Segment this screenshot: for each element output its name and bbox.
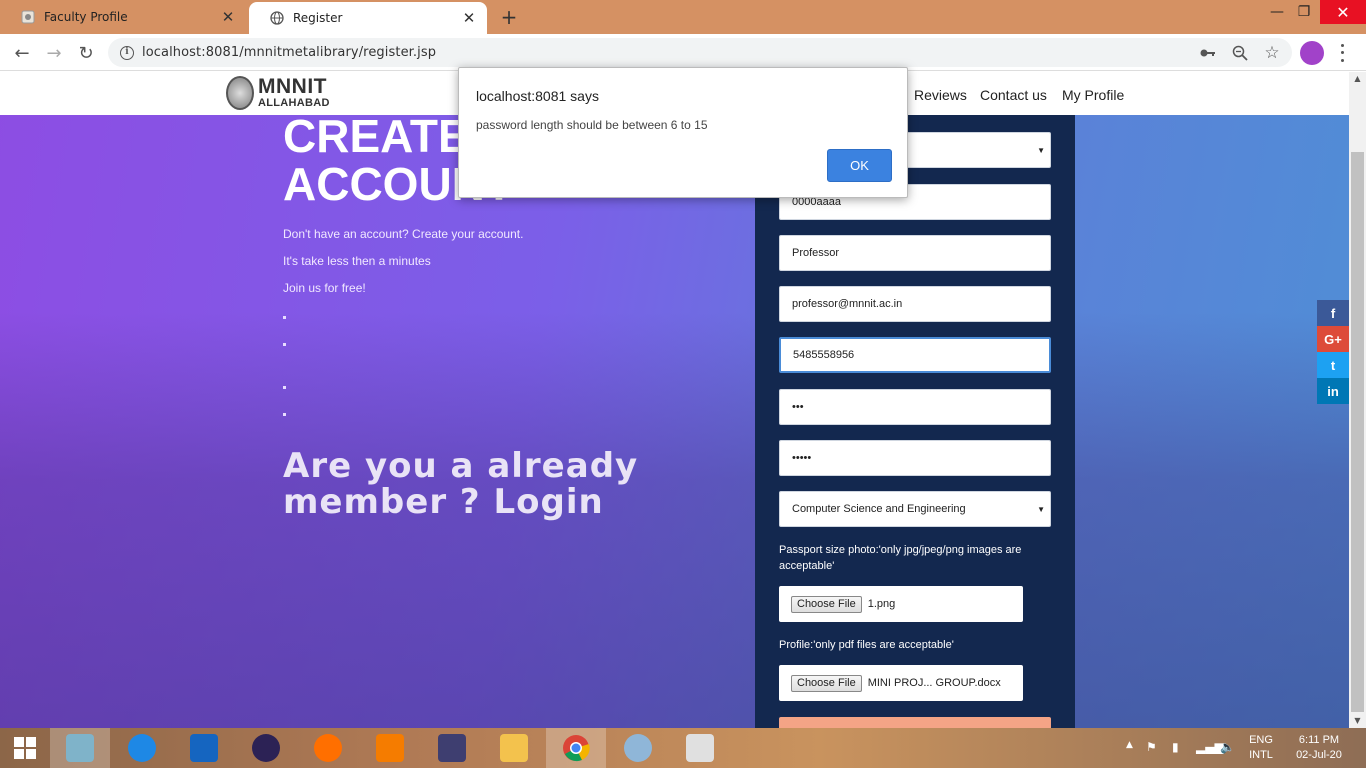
decor-dot: [283, 316, 286, 319]
profile-avatar[interactable]: [1300, 41, 1324, 65]
hero-text-1: Don't have an account? Create your accou…: [283, 227, 524, 241]
tray-volume-icon[interactable]: 🔈: [1220, 740, 1235, 754]
nav-reviews[interactable]: Reviews: [914, 87, 967, 103]
chevron-down-icon: ▼: [1037, 504, 1045, 514]
site-info-icon[interactable]: i: [120, 45, 134, 60]
decor-dot: [283, 413, 286, 416]
zoom-out-icon[interactable]: [1230, 43, 1250, 63]
taskbar-notepad-icon[interactable]: [50, 728, 110, 768]
profile-hint: Profile:'only pdf files are acceptable': [779, 639, 954, 651]
photo-file-name: 1.png: [867, 598, 896, 610]
tray-chevron-up-icon[interactable]: ▲: [1126, 740, 1133, 750]
tab-faculty-profile[interactable]: Faculty Profile ✕: [0, 0, 246, 34]
scrollbar-thumb[interactable]: [1351, 152, 1364, 712]
forward-arrow-icon[interactable]: →: [42, 41, 66, 65]
address-bar[interactable]: i localhost:8081/mnnitmetalibrary/regist…: [108, 38, 1292, 67]
confirm-password-field[interactable]: •••••: [779, 440, 1051, 476]
taskbar-shield-icon[interactable]: [174, 728, 234, 768]
taskbar-pdf-icon[interactable]: [360, 728, 420, 768]
close-tab-icon[interactable]: ✕: [461, 9, 477, 27]
profile-upload[interactable]: Choose File MINI PROJ... GROUP.docx: [779, 665, 1023, 701]
register-submit-button[interactable]: [779, 717, 1051, 728]
dialog-message: password length should be between 6 to 1…: [476, 118, 708, 132]
institute-seal-icon: [226, 76, 254, 110]
browser-tab-strip: Faculty Profile ✕ Register ✕ + — ❐ ✕: [0, 0, 1366, 34]
page-favicon-icon: [20, 9, 36, 25]
tab-register[interactable]: Register ✕: [249, 2, 487, 34]
tray-battery-icon[interactable]: ▮: [1172, 740, 1179, 754]
designation-field[interactable]: Professor: [779, 235, 1051, 271]
password-field[interactable]: •••: [779, 389, 1051, 425]
login-link-line2: member ? Login: [283, 482, 604, 522]
scroll-up-icon[interactable]: ▲: [1349, 72, 1366, 86]
close-tab-icon[interactable]: ✕: [220, 8, 236, 26]
facebook-icon[interactable]: f: [1317, 300, 1349, 326]
scroll-down-icon[interactable]: ▼: [1349, 714, 1366, 728]
logo-text-line1: MNNIT: [258, 75, 327, 98]
photo-upload[interactable]: Choose File 1.png: [779, 586, 1023, 622]
browser-toolbar: ← → ↻ i localhost:8081/mnnitmetalibrary/…: [0, 34, 1366, 71]
alert-dialog: localhost:8081 says password length shou…: [458, 67, 908, 198]
linkedin-icon[interactable]: in: [1317, 378, 1349, 404]
globe-icon: [269, 10, 285, 26]
photo-hint: Passport size photo:'only jpg/jpeg/png i…: [779, 544, 1022, 572]
taskbar-paint-icon[interactable]: [608, 728, 668, 768]
reload-icon[interactable]: ↻: [74, 41, 98, 65]
chevron-down-icon: ▼: [1037, 145, 1045, 155]
taskbar-chrome-icon[interactable]: [546, 728, 606, 768]
department-select-value: Computer Science and Engineering: [792, 503, 966, 515]
tray-language[interactable]: ENG INTL: [1244, 733, 1278, 763]
minimize-window-button[interactable]: —: [1266, 0, 1288, 24]
email-field[interactable]: professor@mnnit.ac.in: [779, 286, 1051, 322]
login-link[interactable]: Are you a already member ? Login: [283, 448, 638, 520]
taskbar-java-ide-icon[interactable]: [422, 728, 482, 768]
login-link-line1: Are you a already: [283, 446, 639, 486]
maximize-window-button[interactable]: ❐: [1293, 0, 1315, 24]
tab-label: Register: [293, 11, 343, 25]
taskbar-firefox-icon[interactable]: [298, 728, 358, 768]
tray-language-line1: ENG: [1249, 734, 1273, 746]
registration-form: ▼ 0000aaaa Professor professor@mnnit.ac.…: [755, 115, 1075, 728]
taskbar-settings-tool-icon[interactable]: [112, 728, 172, 768]
taskbar-eclipse-icon[interactable]: [236, 728, 296, 768]
windows-start-icon[interactable]: [0, 728, 50, 768]
hero-text-3: Join us for free!: [283, 281, 366, 295]
new-tab-button[interactable]: +: [498, 6, 520, 28]
department-select[interactable]: Computer Science and Engineering ▼: [779, 491, 1051, 527]
profile-file-name: MINI PROJ... GROUP.docx: [867, 677, 1001, 689]
tray-language-line2: INTL: [1249, 749, 1273, 761]
nav-contact-us[interactable]: Contact us: [980, 87, 1047, 103]
hero-text-2: It's take less then a minutes: [283, 254, 431, 268]
back-arrow-icon[interactable]: ←: [10, 41, 34, 65]
tray-date: 02-Jul-20: [1296, 749, 1342, 761]
dialog-title: localhost:8081 says: [476, 88, 599, 104]
google-plus-icon[interactable]: G+: [1317, 326, 1349, 352]
page-scrollbar[interactable]: ▲ ▼: [1349, 72, 1366, 728]
mnnit-logo[interactable]: MNNIT ALLAHABAD: [226, 76, 330, 110]
taskbar-document-icon[interactable]: [670, 728, 730, 768]
taskbar-file-explorer-icon[interactable]: [484, 728, 544, 768]
phone-field[interactable]: 5485558956: [779, 337, 1051, 373]
decor-dot: [283, 386, 286, 389]
windows-taskbar: ▲ ⚑ ▮ ▂▄▆ 🔈 ENG INTL 6:11 PM 02-Jul-20: [0, 728, 1366, 768]
tray-clock[interactable]: 6:11 PM 02-Jul-20: [1284, 733, 1354, 763]
logo-text-line2: ALLAHABAD: [258, 97, 330, 109]
tray-flag-icon[interactable]: ⚑: [1146, 740, 1157, 754]
address-url: localhost:8081/mnnitmetalibrary/register…: [142, 45, 437, 60]
bookmark-star-icon[interactable]: ☆: [1262, 43, 1282, 63]
decor-dot: [283, 343, 286, 346]
menu-dots-icon[interactable]: [1337, 42, 1347, 64]
twitter-icon[interactable]: t: [1317, 352, 1349, 378]
profile-choose-file-button[interactable]: Choose File: [791, 674, 862, 692]
tab-label: Faculty Profile: [44, 10, 128, 24]
nav-my-profile[interactable]: My Profile: [1062, 87, 1124, 103]
background-crowd-image: [0, 312, 1349, 728]
photo-choose-file-button[interactable]: Choose File: [791, 595, 862, 613]
dialog-ok-button[interactable]: OK: [827, 149, 892, 182]
close-window-button[interactable]: ✕: [1320, 0, 1366, 24]
key-icon[interactable]: [1198, 43, 1218, 63]
tray-time: 6:11 PM: [1298, 734, 1340, 746]
